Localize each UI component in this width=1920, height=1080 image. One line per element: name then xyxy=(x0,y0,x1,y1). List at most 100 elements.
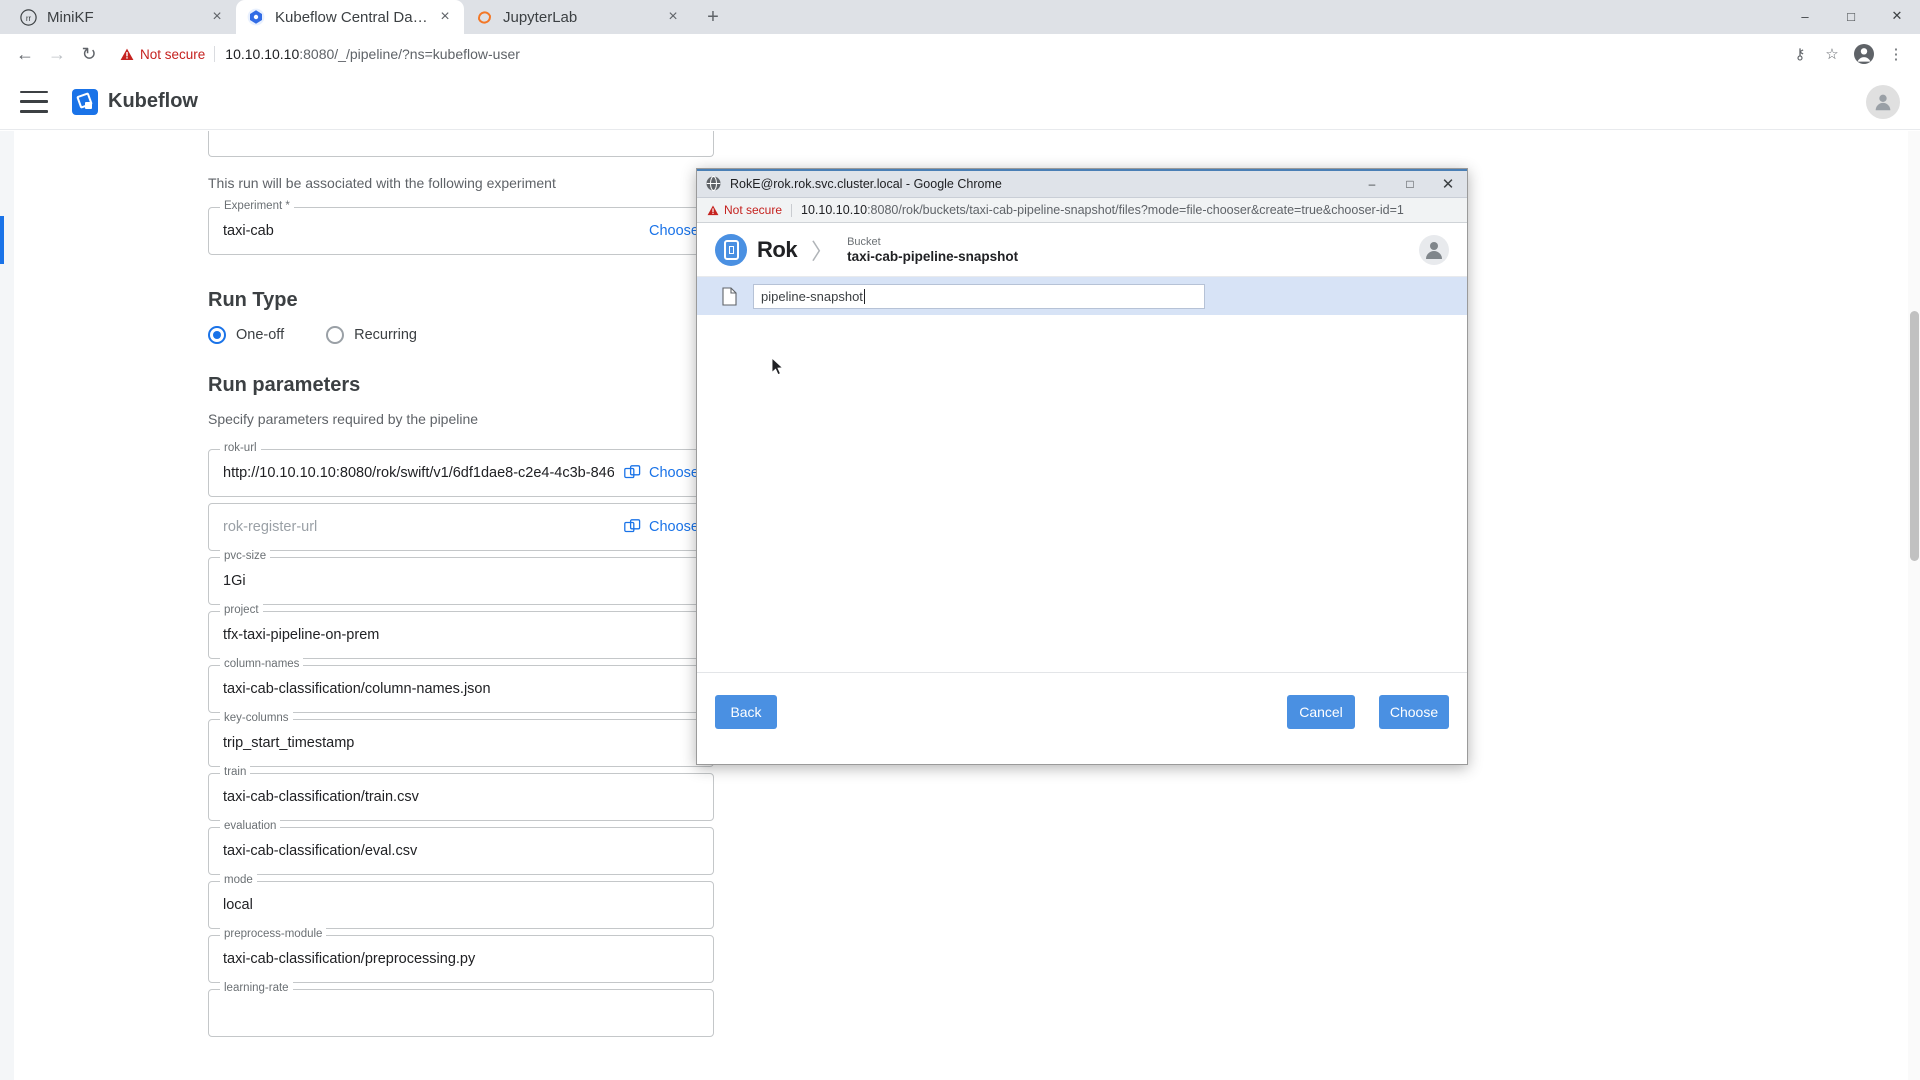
rok-window-titlebar[interactable]: RokE@rok.rok.svc.cluster.local - Google … xyxy=(697,169,1467,198)
breadcrumb-value: taxi-cab-pipeline-snapshot xyxy=(847,249,1019,265)
rok-file-name-value: pipeline-snapshot xyxy=(761,288,863,304)
new-tab-button[interactable]: + xyxy=(698,2,728,32)
rok-minimize-button[interactable]: – xyxy=(1353,170,1391,198)
param-field-value: 1Gi xyxy=(223,573,246,589)
profile-icon[interactable] xyxy=(1850,40,1878,68)
param-field-value: taxi-cab-classification/eval.csv xyxy=(223,843,418,859)
run-type-title: Run Type xyxy=(208,289,298,311)
url-host: 10.10.10.10 xyxy=(225,46,300,62)
param-field-label: learning-rate xyxy=(220,982,293,994)
param-field-rok-url[interactable]: rok-url http://10.10.10.10:8080/rok/swift… xyxy=(208,442,714,497)
rok-file-chooser-window: RokE@rok.rok.svc.cluster.local - Google … xyxy=(696,168,1468,765)
param-field-column-names[interactable]: column-names taxi-cab-classification/colu… xyxy=(208,658,714,713)
param-field-label: column-names xyxy=(220,658,304,670)
rok-file-list: pipeline-snapshot xyxy=(697,277,1467,315)
tab-title: Kubeflow Central Dashboard xyxy=(275,8,430,26)
minikf-icon: rr xyxy=(18,7,38,27)
param-field-label: evaluation xyxy=(220,820,281,832)
rok-not-secure-indicator[interactable]: Not secure xyxy=(707,203,782,217)
rok-dialog-footer: Back Cancel Choose xyxy=(697,673,1467,751)
mouse-cursor xyxy=(771,356,784,381)
close-icon[interactable]: × xyxy=(436,8,454,26)
browser-tab-kubeflow-central-dashboard[interactable]: Kubeflow Central Dashboard × xyxy=(236,0,464,34)
url-path: :8080/_/pipeline/?ns=kubeflow-user xyxy=(299,46,520,62)
user-avatar-icon[interactable] xyxy=(1866,84,1900,119)
radio-one-off[interactable]: One-off xyxy=(208,326,284,344)
param-field-value: tfx-taxi-pipeline-on-prem xyxy=(223,627,380,643)
param-choose-button-rok-register-url[interactable]: Choose xyxy=(624,518,699,536)
browser-window: rr MiniKF × Kubeflow Central Dashboard ×… xyxy=(0,0,1920,1080)
rok-address-bar[interactable]: Not secure 10.10.10.10:8080/rok/buckets/… xyxy=(697,198,1467,223)
param-field-label: rok-url xyxy=(220,442,261,454)
pipeline-field-stub[interactable] xyxy=(208,131,714,157)
maximize-button[interactable]: □ xyxy=(1828,0,1874,32)
toolbar-right-icons: ⚷ ☆ ⋮ xyxy=(1786,40,1910,68)
payment-key-icon[interactable]: ⚷ xyxy=(1786,40,1814,68)
param-field-label: key-columns xyxy=(220,712,293,724)
breadcrumb[interactable]: Bucket taxi-cab-pipeline-snapshot xyxy=(847,235,1018,264)
run-parameter-fields: rok-url http://10.10.10.10:8080/rok/swift… xyxy=(208,442,714,1037)
browser-tab-minikf[interactable]: rr MiniKF × xyxy=(8,0,236,34)
back-icon[interactable]: ← xyxy=(10,39,40,69)
warning-triangle-icon xyxy=(120,48,134,60)
experiment-choose-button[interactable]: Choose xyxy=(649,223,699,239)
choose-button[interactable]: Choose xyxy=(1379,695,1449,729)
browser-tab-jupyterlab[interactable]: JupyterLab × xyxy=(464,0,692,34)
param-field-pvc-size[interactable]: pvc-size 1Gi xyxy=(208,550,714,605)
bookmark-star-icon[interactable]: ☆ xyxy=(1818,40,1846,68)
file-document-icon xyxy=(719,286,739,306)
param-field-label: train xyxy=(220,766,251,778)
scrollbar-thumb[interactable] xyxy=(1910,311,1919,561)
run-parameters-title: Run parameters xyxy=(208,374,361,396)
param-field-preprocess-module[interactable]: preprocess-module taxi-cab-classification… xyxy=(208,928,714,983)
param-field-value: taxi-cab-classification/column-names.jso… xyxy=(223,681,491,697)
experiment-field-label: Experiment * xyxy=(220,200,294,212)
close-icon[interactable]: × xyxy=(208,8,226,26)
kubeflow-logo[interactable]: Kubeflow xyxy=(72,88,198,115)
param-field-learning-rate[interactable]: learning-rate xyxy=(208,982,714,1037)
hamburger-menu-icon[interactable] xyxy=(20,90,48,113)
rok-file-row[interactable]: pipeline-snapshot xyxy=(697,277,1467,315)
param-field-key-columns[interactable]: key-columns trip_start_timestamp xyxy=(208,712,714,767)
param-field-train[interactable]: train taxi-cab-classification/train.csv xyxy=(208,766,714,821)
breadcrumb-separator-icon: 〉 xyxy=(811,238,834,264)
page-scrollbar[interactable] xyxy=(1908,131,1920,1080)
warning-triangle-icon xyxy=(707,205,719,215)
rok-file-canvas xyxy=(697,315,1467,673)
param-choose-button-rok-url[interactable]: Choose xyxy=(624,464,699,482)
radio-recurring[interactable]: Recurring xyxy=(326,326,417,344)
tab-title: JupyterLab xyxy=(503,8,578,26)
radio-dot-icon xyxy=(326,326,345,344)
kubeflow-logo-icon xyxy=(72,88,98,115)
param-field-mode[interactable]: mode local xyxy=(208,874,714,929)
rok-maximize-button[interactable]: □ xyxy=(1391,170,1429,198)
not-secure-indicator[interactable]: Not secure xyxy=(120,47,205,62)
reload-icon[interactable]: ↻ xyxy=(74,39,104,69)
run-parameters-helper: Specify parameters required by the pipel… xyxy=(208,411,479,427)
experiment-field[interactable]: Experiment * taxi-cab Choose xyxy=(208,200,714,255)
param-field-label: pvc-size xyxy=(220,550,271,562)
account-circle-icon[interactable] xyxy=(1419,234,1449,265)
rok-close-button[interactable]: ✕ xyxy=(1429,170,1467,198)
param-field-project[interactable]: project tfx-taxi-pipeline-on-prem xyxy=(208,604,714,659)
param-field-value: taxi-cab-classification/train.csv xyxy=(223,789,419,805)
address-bar[interactable]: Not secure 10.10.10.10:8080/_/pipeline/?… xyxy=(112,40,1776,68)
param-field-label: mode xyxy=(220,874,257,886)
close-icon[interactable]: × xyxy=(664,8,682,26)
forward-icon[interactable]: → xyxy=(42,39,72,69)
rok-logo[interactable]: Rok xyxy=(715,233,798,266)
experiment-helper-text: This run will be associated with the fol… xyxy=(208,175,556,191)
sidebar-rail[interactable] xyxy=(0,131,14,1080)
param-field-evaluation[interactable]: evaluation taxi-cab-classification/eval.c… xyxy=(208,820,714,875)
chrome-menu-icon[interactable]: ⋮ xyxy=(1882,40,1910,68)
omnibox-divider xyxy=(214,46,216,62)
rok-file-name-input[interactable]: pipeline-snapshot xyxy=(753,283,1205,309)
jupyterlab-icon xyxy=(474,7,494,27)
back-button[interactable]: Back xyxy=(715,695,777,729)
minimize-button[interactable]: – xyxy=(1782,0,1828,32)
cancel-button[interactable]: Cancel xyxy=(1287,695,1355,729)
close-window-button[interactable]: ✕ xyxy=(1874,0,1920,32)
radio-label: Recurring xyxy=(354,327,417,343)
not-secure-label: Not secure xyxy=(140,46,206,62)
param-field-rok-register-url[interactable]: rok-register-urlrok-register-urlChoose xyxy=(208,503,714,551)
